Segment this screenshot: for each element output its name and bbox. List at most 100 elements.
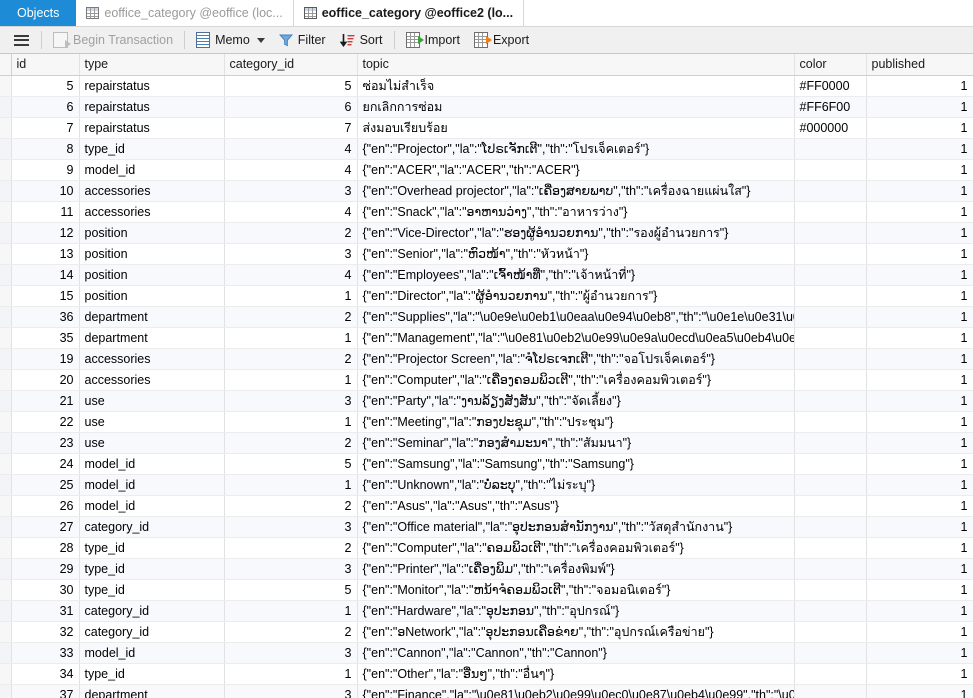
cell-id[interactable]: 25 [11, 475, 79, 496]
table-row[interactable]: 26model_id2{"en":"Asus","la":"Asus","th"… [0, 496, 973, 517]
row-marker[interactable] [0, 685, 11, 698]
column-header-topic[interactable]: topic [357, 54, 794, 76]
row-marker[interactable] [0, 223, 11, 244]
cell-id[interactable]: 26 [11, 496, 79, 517]
cell-published[interactable]: 1 [866, 643, 973, 664]
cell-topic[interactable]: {"en":"Vice-Director","la":"ຮອງຜູ້ອຳນວຍກ… [357, 223, 794, 244]
cell-color[interactable] [794, 370, 866, 391]
table-row[interactable]: 24model_id5{"en":"Samsung","la":"Samsung… [0, 454, 973, 475]
table-row[interactable]: 7repairstatus7ส่งมอบเรียบร้อย#0000001 [0, 118, 973, 139]
cell-color[interactable] [794, 181, 866, 202]
cell-id[interactable]: 13 [11, 244, 79, 265]
cell-published[interactable]: 1 [866, 181, 973, 202]
cell-topic[interactable]: {"en":"Management","la":"\u0e81\u0eb2\u0… [357, 328, 794, 349]
cell-color[interactable] [794, 286, 866, 307]
cell-id[interactable]: 32 [11, 622, 79, 643]
row-marker[interactable] [0, 328, 11, 349]
cell-published[interactable]: 1 [866, 664, 973, 685]
row-marker[interactable] [0, 265, 11, 286]
cell-color[interactable] [794, 433, 866, 454]
cell-published[interactable]: 1 [866, 286, 973, 307]
cell-published[interactable]: 1 [866, 223, 973, 244]
row-marker[interactable] [0, 286, 11, 307]
cell-color[interactable]: #000000 [794, 118, 866, 139]
table-row[interactable]: 30type_id5{"en":"Monitor","la":"ຫນ້າຈໍຄອ… [0, 580, 973, 601]
cell-topic[interactable]: ส่งมอบเรียบร้อย [357, 118, 794, 139]
table-row[interactable]: 20accessories1{"en":"Computer","la":"ເຄື… [0, 370, 973, 391]
row-marker[interactable] [0, 664, 11, 685]
filter-button[interactable]: Filter [272, 29, 333, 52]
row-marker[interactable] [0, 412, 11, 433]
cell-type[interactable]: repairstatus [79, 76, 224, 97]
cell-published[interactable]: 1 [866, 496, 973, 517]
cell-color[interactable] [794, 328, 866, 349]
cell-category-id[interactable]: 3 [224, 559, 357, 580]
cell-topic[interactable]: {"en":"Senior","la":"ຫົວໜ້າ","th":"หัวหน… [357, 244, 794, 265]
cell-published[interactable]: 1 [866, 517, 973, 538]
row-marker[interactable] [0, 433, 11, 454]
cell-id[interactable]: 11 [11, 202, 79, 223]
cell-color[interactable] [794, 160, 866, 181]
cell-published[interactable]: 1 [866, 559, 973, 580]
cell-id[interactable]: 36 [11, 307, 79, 328]
row-marker[interactable] [0, 622, 11, 643]
cell-color[interactable] [794, 307, 866, 328]
cell-id[interactable]: 12 [11, 223, 79, 244]
cell-category-id[interactable]: 6 [224, 97, 357, 118]
column-header-color[interactable]: color [794, 54, 866, 76]
cell-topic[interactable]: {"en":"Meeting","la":"ກອງປະຊຸມ","th":"ปร… [357, 412, 794, 433]
row-marker[interactable] [0, 118, 11, 139]
cell-category-id[interactable]: 7 [224, 118, 357, 139]
cell-published[interactable]: 1 [866, 118, 973, 139]
cell-category-id[interactable]: 4 [224, 202, 357, 223]
cell-color[interactable] [794, 454, 866, 475]
cell-category-id[interactable]: 3 [224, 181, 357, 202]
cell-id[interactable]: 28 [11, 538, 79, 559]
cell-category-id[interactable]: 5 [224, 580, 357, 601]
cell-type[interactable]: accessories [79, 202, 224, 223]
cell-topic[interactable]: {"en":"Cannon","la":"Cannon","th":"Canno… [357, 643, 794, 664]
cell-category-id[interactable]: 4 [224, 265, 357, 286]
table-row[interactable]: 29type_id3{"en":"Printer","la":"ເຄື່ອງພິ… [0, 559, 973, 580]
cell-id[interactable]: 24 [11, 454, 79, 475]
row-marker[interactable] [0, 559, 11, 580]
cell-color[interactable] [794, 559, 866, 580]
cell-color[interactable] [794, 223, 866, 244]
table-row[interactable]: 31category_id1{"en":"Hardware","la":"ອຸປ… [0, 601, 973, 622]
table-row[interactable]: 25model_id1{"en":"Unknown","la":"ບໍ່ລະບຸ… [0, 475, 973, 496]
cell-category-id[interactable]: 2 [224, 622, 357, 643]
cell-published[interactable]: 1 [866, 244, 973, 265]
cell-type[interactable]: repairstatus [79, 97, 224, 118]
cell-topic[interactable]: {"en":"Party","la":"ງານລ້ຽງສັງສັນ","th":… [357, 391, 794, 412]
cell-published[interactable]: 1 [866, 433, 973, 454]
cell-type[interactable]: type_id [79, 664, 224, 685]
cell-topic[interactable]: {"en":"Monitor","la":"ຫນ້າຈໍຄອມພິວເຕີ","… [357, 580, 794, 601]
cell-topic[interactable]: {"en":"Snack","la":"ອາຫານວ່າງ","th":"อาห… [357, 202, 794, 223]
cell-color[interactable]: #FF6F00 [794, 97, 866, 118]
cell-id[interactable]: 31 [11, 601, 79, 622]
cell-type[interactable]: department [79, 685, 224, 698]
cell-category-id[interactable]: 2 [224, 433, 357, 454]
cell-published[interactable]: 1 [866, 307, 973, 328]
cell-id[interactable]: 8 [11, 139, 79, 160]
cell-type[interactable]: model_id [79, 643, 224, 664]
cell-topic[interactable]: {"en":"Unknown","la":"ບໍ່ລະບຸ","th":"ไม่… [357, 475, 794, 496]
table-row[interactable]: 14position4{"en":"Employees","la":"ເຈົ້າ… [0, 265, 973, 286]
cell-type[interactable]: type_id [79, 139, 224, 160]
cell-category-id[interactable]: 3 [224, 643, 357, 664]
cell-type[interactable]: use [79, 391, 224, 412]
table-row[interactable]: 19accessories2{"en":"Projector Screen","… [0, 349, 973, 370]
cell-type[interactable]: position [79, 223, 224, 244]
cell-id[interactable]: 15 [11, 286, 79, 307]
cell-type[interactable]: category_id [79, 622, 224, 643]
cell-type[interactable]: accessories [79, 181, 224, 202]
cell-color[interactable] [794, 391, 866, 412]
cell-category-id[interactable]: 2 [224, 307, 357, 328]
cell-topic[interactable]: {"en":"ອNetwork","la":"ອຸປະກອນເຄືອຂ່າຍ",… [357, 622, 794, 643]
table-row[interactable]: 5repairstatus5ซ่อมไม่สำเร็จ#FF00001 [0, 76, 973, 97]
table-row[interactable]: 35department1{"en":"Management","la":"\u… [0, 328, 973, 349]
cell-category-id[interactable]: 4 [224, 139, 357, 160]
cell-topic[interactable]: {"en":"Supplies","la":"\u0e9e\u0eb1\u0ea… [357, 307, 794, 328]
memo-button[interactable]: Memo [189, 29, 272, 52]
cell-topic[interactable]: {"en":"Projector","la":"ໂປຣເຈັກເຕີ","th"… [357, 139, 794, 160]
